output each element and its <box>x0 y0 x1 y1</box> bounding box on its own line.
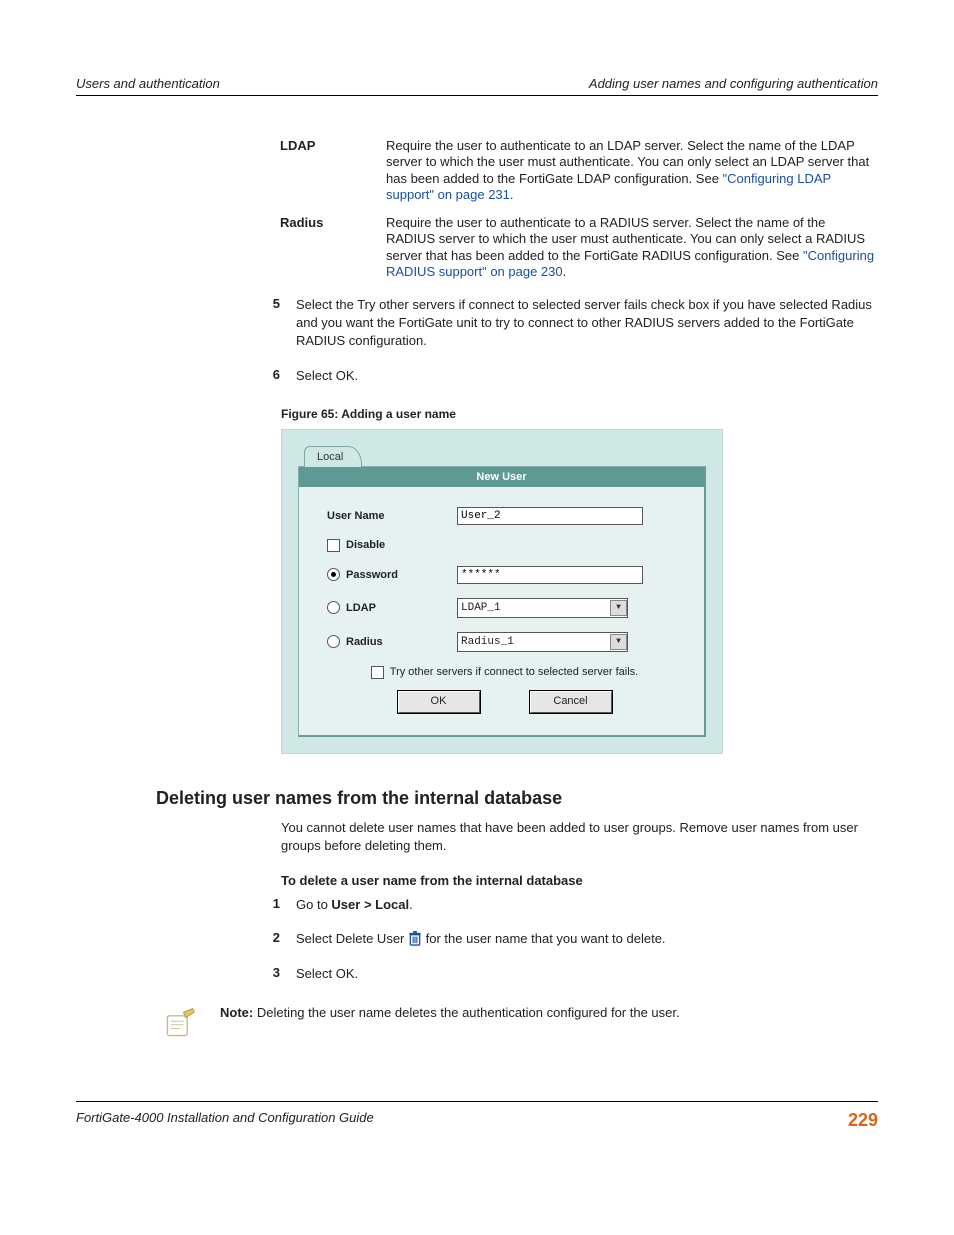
definition-ldap: LDAP Require the user to authenticate to… <box>280 138 878 203</box>
step-5: 5 Select the Try other servers if connec… <box>256 296 878 351</box>
page-number: 229 <box>848 1110 878 1131</box>
trash-icon <box>408 931 422 946</box>
def-term-radius: Radius <box>280 215 386 280</box>
note-icon <box>162 1005 198 1041</box>
step-number: 2 <box>256 930 280 948</box>
page-footer: FortiGate-4000 Installation and Configur… <box>76 1101 878 1131</box>
header-right: Adding user names and configuring authen… <box>589 76 878 91</box>
step-2: 2 Select Delete User for the user name t… <box>256 930 878 948</box>
chevron-down-icon: ▼ <box>610 634 627 650</box>
page-header: Users and authentication Adding user nam… <box>76 76 878 96</box>
figure-new-user-dialog: Local New User User Name Disable <box>281 429 723 754</box>
def-term-ldap: LDAP <box>280 138 386 203</box>
step-number: 5 <box>256 296 280 351</box>
step-3: 3 Select OK. <box>256 965 878 983</box>
try-other-checkbox[interactable] <box>371 666 384 679</box>
chevron-down-icon: ▼ <box>610 600 627 616</box>
tab-row: Local <box>282 430 722 466</box>
cancel-button[interactable]: Cancel <box>530 691 612 713</box>
note-block: Note: Deleting the user name deletes the… <box>162 1005 878 1041</box>
figure-caption: Figure 65: Adding a user name <box>281 407 878 421</box>
username-input[interactable] <box>457 507 643 525</box>
step-number: 1 <box>256 896 280 914</box>
footer-left: FortiGate-4000 Installation and Configur… <box>76 1110 374 1131</box>
password-radio[interactable] <box>327 568 340 581</box>
label-try-other: Try other servers if connect to selected… <box>390 666 638 678</box>
radius-select[interactable]: Radius_1 ▼ <box>457 632 628 652</box>
label-ldap: LDAP <box>346 602 376 614</box>
header-left: Users and authentication <box>76 76 220 91</box>
note-text: Note: Deleting the user name deletes the… <box>220 1005 680 1020</box>
procedure-heading: To delete a user name from the internal … <box>281 873 878 888</box>
label-disable: Disable <box>346 539 385 551</box>
label-password: Password <box>346 569 398 581</box>
section-heading-deleting: Deleting user names from the internal da… <box>156 788 878 809</box>
tab-local[interactable]: Local <box>304 446 362 467</box>
disable-checkbox[interactable] <box>327 539 340 552</box>
step-number: 3 <box>256 965 280 983</box>
definition-radius: Radius Require the user to authenticate … <box>280 215 878 280</box>
password-input[interactable] <box>457 566 643 584</box>
ldap-radio[interactable] <box>327 601 340 614</box>
new-user-panel: New User User Name Disable Password <box>298 466 706 737</box>
def-desc-ldap: Require the user to authenticate to an L… <box>386 138 878 203</box>
step-text: Select the Try other servers if connect … <box>296 296 878 351</box>
ok-button[interactable]: OK <box>398 691 480 713</box>
radius-radio[interactable] <box>327 635 340 648</box>
step-1: 1 Go to User > Local. <box>256 896 878 914</box>
def-desc-radius: Require the user to authenticate to a RA… <box>386 215 878 280</box>
section-intro: You cannot delete user names that have b… <box>281 819 878 855</box>
step-text: Go to User > Local. <box>296 896 878 914</box>
step-6: 6 Select OK. <box>256 367 878 385</box>
step-number: 6 <box>256 367 280 385</box>
panel-title: New User <box>299 467 704 487</box>
label-radius: Radius <box>346 636 383 648</box>
step-text: Select OK. <box>296 367 878 385</box>
ldap-select[interactable]: LDAP_1 ▼ <box>457 598 628 618</box>
label-username: User Name <box>327 510 457 522</box>
step-text: Select OK. <box>296 965 878 983</box>
step-text: Select Delete User for the user name tha… <box>296 930 878 948</box>
